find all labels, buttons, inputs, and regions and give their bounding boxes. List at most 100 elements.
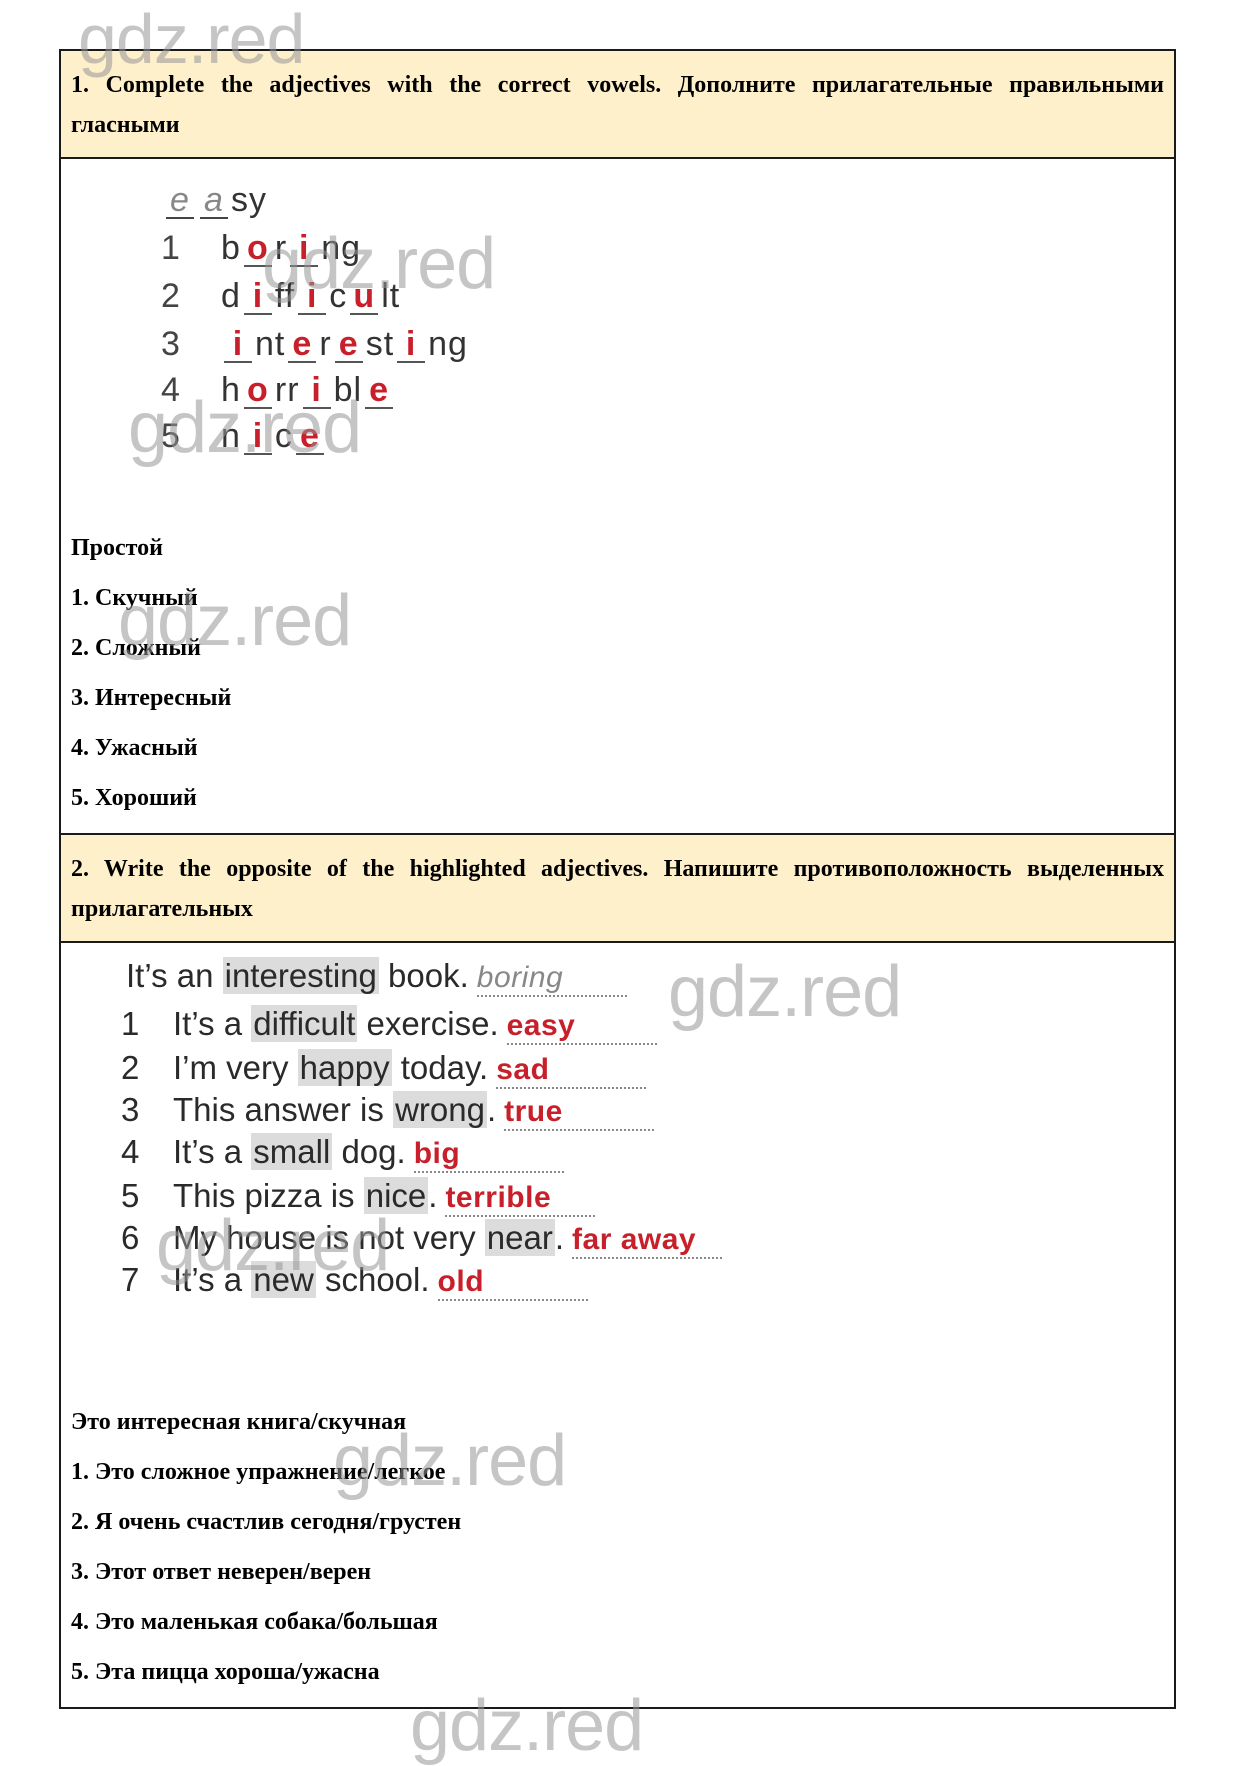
exercise-row: 4 h o rr i bl e: [161, 371, 396, 410]
exercise-row: 5 nice: [161, 417, 327, 456]
example-answer: boring: [476, 961, 564, 994]
vowel-answer: u: [350, 279, 379, 315]
vowel-answer: i: [224, 327, 252, 363]
exercise-row: 1 It’s a difficult exercise. easy: [121, 1005, 657, 1045]
example-gap: e: [166, 183, 194, 219]
item-number: 3: [121, 1091, 140, 1128]
answer-line: true: [504, 1093, 655, 1131]
vowel-answer: e: [334, 327, 363, 363]
vowel-answer: i: [298, 279, 327, 315]
translation-line: 1. Скучный: [71, 585, 198, 611]
exercise-row: 6 My house is not very near. far away: [121, 1219, 723, 1259]
word-fragment: ng: [428, 325, 468, 363]
sentence-text: .: [554, 1219, 565, 1256]
sentence-text: .: [428, 1177, 438, 1214]
opposite-answer: far away: [572, 1223, 697, 1256]
highlighted-adjective: near: [484, 1219, 555, 1256]
opposite-answer: sad: [496, 1053, 550, 1086]
word-fragment: c: [329, 277, 348, 315]
opposite-answer: easy: [506, 1009, 576, 1042]
vowel-answer: e: [295, 419, 324, 455]
highlighted-adjective: difficult: [251, 1005, 358, 1042]
item-number: 1: [121, 1005, 140, 1042]
exercise-row: 2 d i ff i c u lt: [161, 277, 400, 316]
translation-line: 2. Я очень счастлив сегодня/грустен: [71, 1509, 462, 1535]
word-fragment: c: [274, 417, 293, 455]
task-1-header: 1. Complete the adjectives with the corr…: [61, 51, 1174, 159]
answer-line: sad: [496, 1051, 647, 1089]
sentence-text: It’s a: [173, 1261, 252, 1298]
word-fragment: lt: [381, 277, 401, 315]
exercise-row: 7 It’s a new school. old: [121, 1261, 588, 1301]
word-fragment: st: [365, 325, 395, 363]
task-2-translations: Это интересная книга/скучная 1. Это сложн…: [61, 1393, 1174, 1707]
sentence-text: This answer is: [173, 1091, 394, 1128]
answer-line: terrible: [445, 1179, 596, 1217]
word-fragment: r: [319, 325, 332, 363]
item-number: 4: [121, 1133, 140, 1170]
exercise-row: 1 b o r i ng: [161, 229, 361, 268]
vowel-answer: i: [243, 279, 272, 315]
task-1-exercise-image: e a sy 1 b o r i ng 2 d i ff i c u lt 3 i nt e r e st i ng 4 h o rr i b…: [161, 159, 861, 519]
item-number: 3: [161, 325, 181, 363]
vowel-answer: i: [243, 419, 272, 455]
word-fragment: r: [274, 229, 288, 267]
task-1-translations: Простой 1. Скучный 2. Сложный 3. Интересный…: [61, 519, 1174, 833]
answer-line: big: [413, 1135, 564, 1173]
sentence-text: It’s a: [173, 1133, 252, 1170]
translation-line: Простой: [71, 535, 163, 561]
highlighted-adjective: nice: [363, 1177, 429, 1214]
sentence-text: My house is not very: [173, 1219, 485, 1256]
sentence-text: I’m very: [173, 1049, 298, 1086]
highlighted-adjective: wrong: [393, 1091, 487, 1128]
vowel-answer: i: [397, 327, 426, 363]
sentence-text: book.: [378, 957, 469, 994]
item-number: 7: [121, 1261, 140, 1298]
word-fragment: bl: [333, 371, 363, 409]
task-2-body: It’s an interesting book. boring 1 It’s a d…: [61, 943, 1174, 1707]
example-gap: a: [200, 183, 228, 219]
translation-line: 4. Ужасный: [71, 735, 198, 761]
word-fragment: nt: [255, 325, 286, 363]
exercise-row: 4 It’s a small dog. big: [121, 1133, 564, 1173]
exercise-row: 2 I’m very happy today. sad: [121, 1049, 647, 1089]
sentence-text: exercise.: [357, 1005, 499, 1042]
word-fragment: n: [221, 417, 241, 455]
opposite-answer: true: [504, 1095, 563, 1128]
word-fragment: h: [221, 371, 241, 409]
item-number: 1: [161, 229, 181, 267]
task-2-header: 2. Write the opposite of the highlighted…: [61, 835, 1174, 943]
answer-line: old: [437, 1263, 588, 1301]
vowel-answer: o: [243, 373, 272, 409]
word-fragment: b: [221, 229, 241, 267]
item-number: 5: [121, 1177, 140, 1214]
exercise-row: 5 This pizza is nice. terrible: [121, 1177, 596, 1217]
word-fragment: ff: [274, 277, 296, 315]
opposite-answer: old: [437, 1265, 485, 1298]
item-number: 5: [161, 417, 181, 455]
exercise-row: 3 i nt e r e st i ng: [161, 325, 468, 364]
item-number: 2: [121, 1049, 140, 1086]
word-fragment: ng: [321, 229, 362, 267]
answer-line: far away: [572, 1221, 723, 1259]
task-2-exercise-image: It’s an interesting book. boring 1 It’s a d…: [61, 943, 1174, 1393]
word-fragment: d: [221, 277, 241, 315]
translation-line: 4. Это маленькая собака/большая: [71, 1609, 438, 1635]
translation-line: 3. Интересный: [71, 685, 232, 711]
answer-line: boring: [476, 959, 627, 997]
item-number: 6: [121, 1219, 140, 1256]
answer-line: easy: [506, 1007, 657, 1045]
translation-line: 3. Этот ответ неверен/верен: [71, 1559, 372, 1585]
sentence-text: It’s a: [173, 1005, 252, 1042]
highlighted-adjective: interesting: [222, 957, 379, 994]
translation-line: 2. Сложный: [71, 635, 201, 661]
sentence-text: today.: [391, 1049, 489, 1086]
highlighted-adjective: new: [251, 1261, 316, 1298]
highlighted-adjective: happy: [297, 1049, 392, 1086]
sentence-text: dog.: [332, 1133, 406, 1170]
exercise-row: 3 This answer is wrong. true: [121, 1091, 655, 1131]
word-fragment: rr: [274, 371, 300, 409]
example-row: e a sy: [163, 181, 267, 220]
task-1-body: e a sy 1 b o r i ng 2 d i ff i c u lt 3 i nt e r e st i ng 4 h o rr i b…: [61, 159, 1174, 835]
translation-line: 5. Эта пицца хороша/ужасна: [71, 1659, 380, 1685]
